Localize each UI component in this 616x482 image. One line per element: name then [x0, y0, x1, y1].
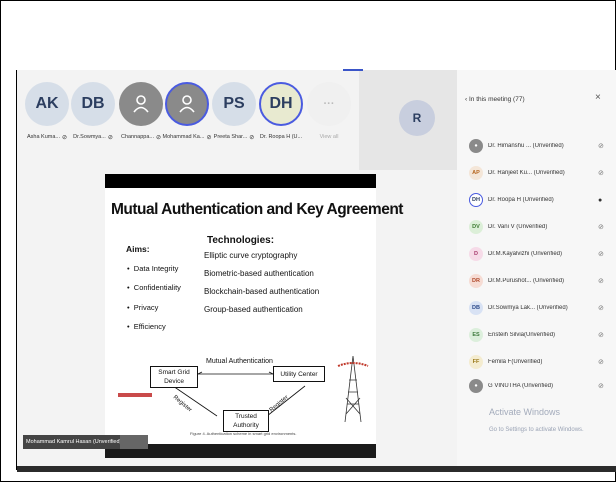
person-icon: [165, 82, 209, 126]
figure-caption: Figure 4. Authentication scheme in smart…: [190, 431, 297, 436]
participant-name: Dr.Sowmya...: [73, 134, 106, 140]
participant-row[interactable]: AP Dr. Ranjeet Ku... (Unverified) ⊘: [469, 163, 614, 183]
mic-off-icon: ⊘: [598, 383, 604, 390]
participant-tile[interactable]: AK Asha Kuma... ⊘: [23, 82, 71, 141]
avatar: DB: [469, 301, 483, 315]
participant-name: Dr. Vani V (Unverified): [488, 224, 548, 230]
participant-name: G VINUTHA (Unverified): [488, 383, 554, 389]
participant-name: Dr. Roopa H (Unverified): [488, 197, 554, 203]
mic-off-icon: ⊘: [249, 135, 255, 141]
activate-windows-subtext: Go to Settings to activate Windows.: [489, 427, 584, 433]
avatar: AP: [469, 166, 483, 180]
participant-tile[interactable]: DB Dr.Sowmya... ⊘: [69, 82, 117, 141]
avatar: DB: [71, 82, 115, 126]
mic-off-icon: ⊘: [598, 143, 604, 150]
participant-name: Asha Kuma...: [26, 134, 60, 140]
participant-name: Preeta Shar...: [213, 134, 248, 140]
participant-row[interactable]: DB Dr.Sowmya Lak... (Unverified) ⊘: [469, 298, 614, 318]
mic-off-icon: ⊘: [598, 170, 604, 177]
mic-off-icon: ⊘: [598, 251, 604, 258]
participant-name: Dr.M.Purushot... (Unverified): [488, 278, 565, 284]
avatar: DH: [259, 82, 303, 126]
taskbar-highlight: [118, 393, 152, 397]
participant-name: Mohammad Ka...: [162, 134, 205, 140]
trusted-authority-box: Trusted Authority: [223, 410, 269, 432]
mic-off-icon: ⊘: [156, 135, 162, 141]
avatar: DV: [469, 220, 483, 234]
participant-strip: AK Asha Kuma... ⊘ DB Dr.Sowmya... ⊘ Channa…: [17, 82, 357, 162]
avatar: FF: [469, 355, 483, 369]
mic-off-icon: ⊘: [62, 135, 68, 141]
mic-off-icon: ⊘: [107, 135, 113, 141]
participant-name: Ensteih Silvia(Unverified): [488, 332, 556, 338]
mic-on-icon: ●: [598, 196, 603, 204]
view-all-button[interactable]: ··· View all: [305, 82, 353, 140]
participants-panel: ‹ In this meeting (77) × ● Dr. Himanshu …: [457, 70, 616, 470]
activate-windows-watermark: Activate Windows: [489, 407, 561, 417]
teams-meeting-screen: AK Asha Kuma... ⊘ DB Dr.Sowmya... ⊘ Channa…: [17, 70, 616, 470]
slide-letterbox-top: [105, 174, 376, 188]
participant-tile[interactable]: Channappa... ⊘: [117, 82, 165, 141]
close-icon[interactable]: ×: [595, 92, 601, 103]
participant-tile[interactable]: Mohammad Ka... ⊘: [163, 82, 211, 141]
participant-row[interactable]: D Dr.M.Kayalvizhi (Unverified) ⊘: [469, 244, 614, 264]
mutual-authentication-label: Mutual Authentication: [206, 358, 273, 365]
participant-video-tile[interactable]: R: [359, 70, 459, 170]
utility-center-box: Utility Center: [273, 366, 325, 382]
view-all-label: View all: [319, 134, 339, 140]
mic-off-icon: ⊘: [598, 359, 604, 366]
person-icon: ●: [469, 379, 483, 393]
participant-row[interactable]: FF Femila F(Unverified) ⊘: [469, 352, 614, 372]
participant-row[interactable]: ● G VINUTHA (Unverified) ⊘: [469, 376, 614, 396]
avatar: PS: [212, 82, 256, 126]
participant-name: Dr. Roopa H (U...: [259, 134, 303, 140]
participant-tile[interactable]: PS Preeta Shar... ⊘: [210, 82, 258, 141]
mic-off-icon: ⊘: [598, 332, 604, 339]
smart-grid-device-box: Smart Grid Device: [150, 366, 198, 388]
taskbar: [17, 466, 616, 472]
mic-off-icon: ⊘: [598, 305, 604, 312]
avatar: AK: [25, 82, 69, 126]
participant-name: Femila F(Unverified): [488, 359, 543, 365]
speaker-name-tag: Mohammad Kamrul Hasan (Unverified): [23, 435, 125, 449]
avatar: DR: [469, 274, 483, 288]
participant-name: Dr. Himanshu ... (Unverified): [488, 143, 564, 149]
speaker-tag-extension: [120, 435, 148, 449]
more-icon: ···: [307, 82, 351, 126]
active-indicator: [343, 69, 363, 71]
avatar: D: [469, 247, 483, 261]
power-tower-icon: [337, 355, 369, 423]
participant-row[interactable]: DR Dr.M.Purushot... (Unverified) ⊘: [469, 271, 614, 291]
person-icon: [119, 82, 163, 126]
panel-heading[interactable]: ‹ In this meeting (77): [465, 96, 525, 103]
mic-off-icon: ⊘: [598, 224, 604, 231]
avatar: ES: [469, 328, 483, 342]
participant-tile[interactable]: DH Dr. Roopa H (U...: [257, 82, 305, 140]
participant-name: Dr.Sowmya Lak... (Unverified): [488, 305, 568, 311]
participant-name: Dr. Ranjeet Ku... (Unverified): [488, 170, 565, 176]
participant-name: Channappa...: [120, 134, 154, 140]
participant-row[interactable]: ES Ensteih Silvia(Unverified) ⊘: [469, 325, 614, 345]
avatar: R: [399, 100, 435, 136]
shared-slide: Mutual Authentication and Key Agreement …: [105, 188, 403, 444]
mic-off-icon: ⊘: [598, 278, 604, 285]
participant-row[interactable]: ● Dr. Himanshu ... (Unverified) ⊘: [469, 136, 614, 156]
participant-row[interactable]: DV Dr. Vani V (Unverified) ⊘: [469, 217, 614, 237]
participant-row[interactable]: DH Dr. Roopa H (Unverified) ●: [469, 190, 614, 210]
avatar: DH: [469, 193, 483, 207]
participant-name: Dr.M.Kayalvizhi (Unverified): [488, 251, 563, 257]
person-icon: ●: [469, 139, 483, 153]
